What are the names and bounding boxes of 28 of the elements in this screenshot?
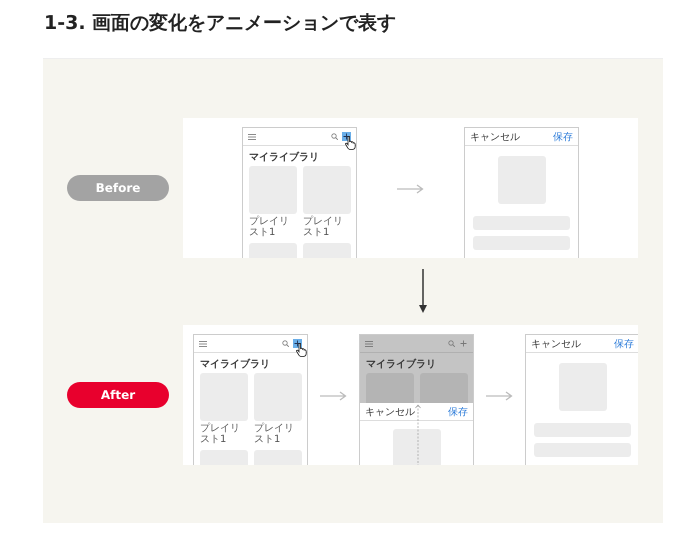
right-arrow-icon [486,391,513,401]
playlist-label: プレイリスト1 [303,216,344,238]
playlist-label: プレイリスト1 [249,216,290,238]
menu-icon [365,340,373,346]
down-arrow-icon [418,269,428,314]
cancel-link[interactable]: キャンセル [531,336,610,350]
search-icon [331,133,338,140]
screen-title: マイライブラリ [199,358,271,372]
image-placeholder [392,429,440,465]
playlist-label: プレイリスト1 [200,423,241,445]
save-link[interactable]: 保存 [553,130,573,144]
upward-arrow-icon [414,403,422,465]
screen-title: マイライブラリ [248,150,320,165]
save-link[interactable]: 保存 [614,336,634,350]
right-arrow-icon [320,391,347,401]
cancel-link[interactable]: キャンセル [365,404,444,418]
search-icon [282,340,289,347]
save-link[interactable]: 保存 [448,404,468,418]
search-icon [448,340,455,347]
step-badge: Before [67,175,169,201]
cancel-link[interactable]: キャンセル [470,130,549,144]
section-heading: 1-3. 画面の変化をアニメーションで表す [43,11,398,35]
right-arrow-icon [397,184,424,194]
screen-title: マイライブラリ [365,358,437,372]
menu-icon [199,340,207,346]
step-badge: After [67,382,169,408]
playlist-label: プレイリスト1 [254,423,295,445]
menu-icon [248,134,256,140]
